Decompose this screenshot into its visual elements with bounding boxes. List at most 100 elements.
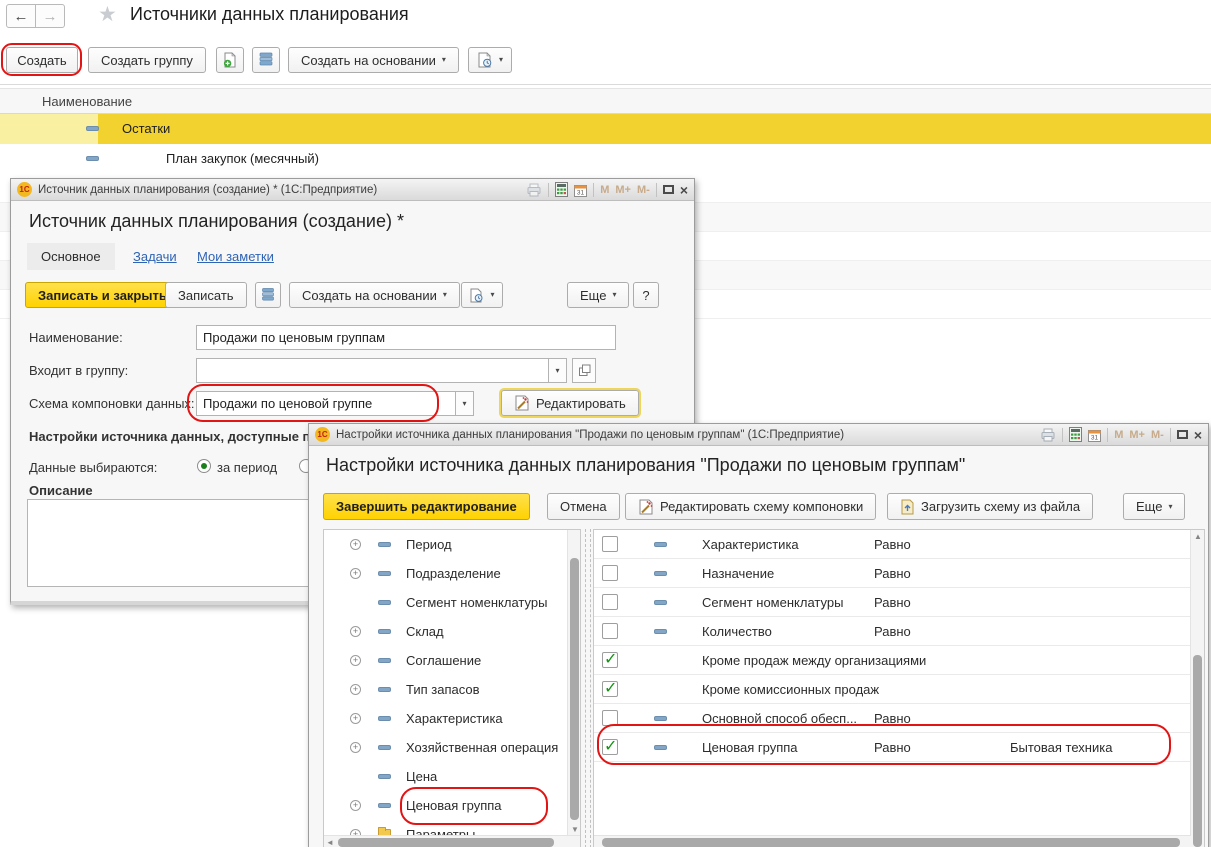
schema-dropdown-button[interactable]: ▾ <box>455 391 474 416</box>
maximize-icon[interactable] <box>663 185 674 194</box>
tree-vscroll-thumb[interactable] <box>570 558 579 820</box>
more-button[interactable]: Еще ▾ <box>567 282 629 308</box>
condition-row[interactable]: Назначение Равно <box>594 559 1204 588</box>
edit-schema-label: Редактировать схему компоновки <box>660 499 863 514</box>
schema-field[interactable] <box>196 391 456 416</box>
expand-icon[interactable] <box>350 800 361 811</box>
memory-button[interactable]: M <box>600 184 609 196</box>
condition-checkbox[interactable] <box>602 565 618 581</box>
tree-item[interactable]: Период <box>324 530 580 559</box>
tree-item[interactable]: Сегмент номенклатуры <box>324 588 580 617</box>
condition-row[interactable]: Кроме продаж между организациями <box>594 646 1204 675</box>
group-dropdown-button[interactable]: ▾ <box>548 358 567 383</box>
table-header-row[interactable]: Наименование <box>0 88 1211 114</box>
expand-icon[interactable] <box>350 684 361 695</box>
tree-item[interactable]: Склад <box>324 617 580 646</box>
create-button[interactable]: Создать <box>6 47 78 73</box>
memory-plus-button[interactable]: M+ <box>615 184 631 196</box>
print-icon[interactable] <box>526 183 542 197</box>
conditions-hscroll-thumb[interactable] <box>602 838 1180 847</box>
edit-schema-button[interactable]: Редактировать схему компоновки <box>625 493 876 520</box>
load-schema-button[interactable]: Загрузить схему из файла <box>887 493 1093 520</box>
help-button[interactable]: ? <box>633 282 659 308</box>
conditions-vertical-scrollbar[interactable]: ▲ <box>1190 530 1204 847</box>
calendar-icon[interactable]: 31 <box>574 183 587 197</box>
tree-item[interactable]: Подразделение <box>324 559 580 588</box>
calculator-icon[interactable] <box>1069 427 1082 442</box>
back-button[interactable]: ← <box>6 4 36 28</box>
condition-row[interactable]: Ценовая группа Равно Бытовая техника <box>594 733 1204 762</box>
maximize-icon[interactable] <box>1177 430 1188 439</box>
list-view-button[interactable] <box>252 47 280 73</box>
panel-splitter[interactable] <box>585 529 591 847</box>
more-button[interactable]: Еще ▾ <box>1123 493 1185 520</box>
tab-tasks[interactable]: Задачи <box>133 249 177 264</box>
expand-icon[interactable] <box>350 539 361 550</box>
new-document-button[interactable] <box>216 47 244 73</box>
condition-checkbox[interactable] <box>602 681 618 697</box>
group-field[interactable] <box>196 358 549 383</box>
tree-vertical-scrollbar[interactable]: ▼ <box>567 530 580 836</box>
save-button[interactable]: Записать <box>165 282 247 308</box>
condition-row[interactable]: Характеристика Равно <box>594 530 1204 559</box>
table-row[interactable]: План закупок (месячный) <box>0 144 1211 174</box>
table-row[interactable]: Остатки <box>0 114 1211 144</box>
condition-checkbox[interactable] <box>602 652 618 668</box>
tab-notes[interactable]: Мои заметки <box>197 249 274 264</box>
tree-item[interactable]: Характеристика <box>324 704 580 733</box>
source-window-titlebar[interactable]: 1С Источник данных планирования (создани… <box>11 179 694 201</box>
condition-row[interactable]: Кроме комиссионных продаж <box>594 675 1204 704</box>
period-radio[interactable] <box>197 459 211 473</box>
tree-item[interactable]: Тип запасов <box>324 675 580 704</box>
list-view-button[interactable] <box>255 282 281 308</box>
settings-window-titlebar[interactable]: 1С Настройки источника данных планирован… <box>309 424 1208 446</box>
create-group-button[interactable]: Создать группу <box>88 47 206 73</box>
create-based-on-button[interactable]: Создать на основании ▾ <box>288 47 459 73</box>
settings-window: 1С Настройки источника данных планирован… <box>308 423 1209 847</box>
tree-horizontal-scrollbar[interactable]: ◄ <box>324 835 580 847</box>
scroll-left-icon[interactable]: ◄ <box>326 839 334 847</box>
save-close-button[interactable]: Записать и закрыть <box>25 282 180 308</box>
scroll-down-icon[interactable]: ▼ <box>571 826 579 834</box>
conditions-vscroll-thumb[interactable] <box>1193 655 1202 847</box>
expand-icon[interactable] <box>350 713 361 724</box>
condition-checkbox[interactable] <box>602 623 618 639</box>
create-based-on-button[interactable]: Создать на основании ▾ <box>289 282 460 308</box>
close-icon[interactable]: × <box>680 183 688 197</box>
memory-minus-button[interactable]: M- <box>637 184 650 196</box>
expand-icon[interactable] <box>350 626 361 637</box>
memory-plus-button[interactable]: M+ <box>1129 429 1145 441</box>
scroll-up-icon[interactable]: ▲ <box>1194 533 1202 541</box>
report-settings-dropdown[interactable]: ▾ <box>461 282 503 308</box>
conditions-horizontal-scrollbar[interactable] <box>594 835 1191 847</box>
condition-row[interactable]: Сегмент номенклатуры Равно <box>594 588 1204 617</box>
calculator-icon[interactable] <box>555 182 568 197</box>
calendar-icon[interactable]: 31 <box>1088 428 1101 442</box>
expand-icon[interactable] <box>350 655 361 666</box>
memory-button[interactable]: M <box>1114 429 1123 441</box>
condition-checkbox[interactable] <box>602 594 618 610</box>
memory-minus-button[interactable]: M- <box>1151 429 1164 441</box>
condition-row[interactable]: Количество Равно <box>594 617 1204 646</box>
tab-main[interactable]: Основное <box>27 243 115 270</box>
finish-editing-button[interactable]: Завершить редактирование <box>323 493 530 520</box>
cancel-button[interactable]: Отмена <box>547 493 620 520</box>
tree-item[interactable]: Ценовая группа <box>324 791 580 820</box>
row-label: Остатки <box>122 121 170 136</box>
name-field[interactable] <box>196 325 616 350</box>
favorite-star-icon[interactable]: ★ <box>98 2 117 27</box>
expand-icon[interactable] <box>350 742 361 753</box>
group-open-button[interactable] <box>572 358 596 383</box>
print-icon[interactable] <box>1040 428 1056 442</box>
report-settings-dropdown[interactable]: ▾ <box>468 47 512 73</box>
condition-checkbox[interactable] <box>602 739 618 755</box>
edit-button[interactable]: Редактировать <box>501 390 639 416</box>
expand-icon[interactable] <box>350 568 361 579</box>
close-icon[interactable]: × <box>1194 428 1202 442</box>
forward-button[interactable]: → <box>35 4 65 28</box>
tree-item[interactable]: Соглашение <box>324 646 580 675</box>
condition-checkbox[interactable] <box>602 536 618 552</box>
tree-hscroll-thumb[interactable] <box>338 838 554 847</box>
database-list-icon <box>262 288 274 303</box>
tree-item[interactable]: Хозяйственная операция <box>324 733 580 762</box>
